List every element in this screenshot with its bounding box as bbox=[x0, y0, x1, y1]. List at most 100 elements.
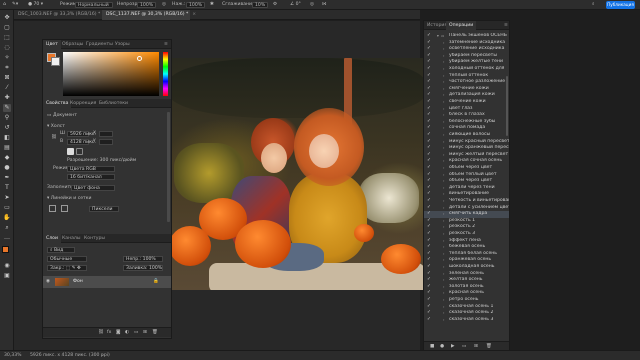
chevron-right-icon[interactable]: › bbox=[443, 304, 444, 311]
chevron-right-icon[interactable]: › bbox=[443, 139, 444, 146]
blur-tool-icon[interactable]: ◆ bbox=[3, 154, 11, 162]
checkmark-icon[interactable]: ✓ bbox=[427, 165, 431, 172]
chevron-right-icon[interactable]: › bbox=[443, 99, 444, 106]
dodge-tool-icon[interactable]: ● bbox=[3, 164, 11, 172]
action-item[interactable]: ✓ › сияющие волосы bbox=[424, 132, 509, 139]
history-brush-tool-icon[interactable]: ↺ bbox=[3, 124, 11, 132]
checkmark-icon[interactable]: ✓ bbox=[427, 125, 431, 132]
checkmark-icon[interactable]: ✓ bbox=[427, 59, 431, 66]
document-photo[interactable] bbox=[169, 58, 425, 290]
chevron-right-icon[interactable]: › bbox=[443, 125, 444, 132]
action-item[interactable]: ✓ › ретро осень bbox=[424, 297, 509, 304]
action-item[interactable]: ✓ › виньетирование bbox=[424, 191, 509, 198]
action-item[interactable]: ✓ › убираем желтые тени bbox=[424, 59, 509, 66]
action-item[interactable]: ✓ › красная сочная осень bbox=[424, 158, 509, 165]
action-item[interactable]: ✓ › бежевая осень bbox=[424, 244, 509, 251]
tab-paths[interactable]: Контуры bbox=[81, 234, 108, 243]
link-layers-icon[interactable]: ⛓ bbox=[98, 330, 104, 335]
artboard-tool-icon[interactable]: ▢ bbox=[3, 24, 11, 32]
layer-opacity-field[interactable]: Непр.: 100% bbox=[123, 256, 163, 262]
new-action-icon[interactable]: ⊞ bbox=[474, 344, 478, 349]
action-item[interactable]: ✓ › резкость 2 bbox=[424, 224, 509, 231]
action-item[interactable]: ✓ › частотное разложение bbox=[424, 79, 509, 86]
checkmark-icon[interactable]: ✓ bbox=[427, 211, 431, 218]
canvas-section-title[interactable]: ▾ Холст bbox=[47, 124, 65, 129]
eraser-tool-icon[interactable]: ◧ bbox=[3, 134, 11, 142]
delete-layer-icon[interactable]: 🗑 bbox=[152, 330, 158, 335]
checkmark-icon[interactable]: ✓ bbox=[427, 178, 431, 185]
checkmark-icon[interactable]: ✓ bbox=[427, 205, 431, 212]
play-icon[interactable]: ▶ bbox=[451, 344, 455, 349]
checkmark-icon[interactable]: ✓ bbox=[427, 297, 431, 304]
chevron-right-icon[interactable]: › bbox=[443, 46, 444, 53]
x-field[interactable] bbox=[99, 131, 113, 137]
add-mask-icon[interactable]: ◙ bbox=[116, 330, 120, 335]
checkmark-icon[interactable]: ✓ bbox=[427, 191, 431, 198]
close-icon[interactable]: × bbox=[192, 12, 196, 17]
chevron-right-icon[interactable]: › bbox=[443, 92, 444, 99]
checkmark-icon[interactable]: ✓ bbox=[427, 224, 431, 231]
checkmark-icon[interactable]: ✓ bbox=[427, 231, 431, 238]
bg-color-chip[interactable] bbox=[51, 57, 60, 66]
search-icon[interactable]: ⌕ bbox=[592, 2, 595, 8]
ruler-icon[interactable] bbox=[49, 205, 56, 212]
checkmark-icon[interactable]: ✓ bbox=[427, 112, 431, 119]
chevron-right-icon[interactable]: › bbox=[443, 119, 444, 126]
checkmark-icon[interactable]: ✓ bbox=[427, 317, 431, 324]
checkmark-icon[interactable]: ✓ bbox=[427, 271, 431, 278]
stop-icon[interactable]: ■ bbox=[430, 344, 434, 349]
chevron-right-icon[interactable]: › bbox=[443, 66, 444, 73]
checkmark-icon[interactable]: ✓ bbox=[427, 145, 431, 152]
move-tool-icon[interactable]: ✥ bbox=[3, 14, 11, 22]
smoothing-options-icon[interactable]: ⚙ bbox=[273, 2, 277, 8]
action-item[interactable]: ✓ › сказочная осень 2 bbox=[424, 310, 509, 317]
chevron-right-icon[interactable]: › bbox=[443, 191, 444, 198]
checkmark-icon[interactable]: ✓ bbox=[427, 251, 431, 258]
checkmark-icon[interactable]: ✓ bbox=[427, 33, 431, 40]
chevron-right-icon[interactable]: › bbox=[443, 224, 444, 231]
chevron-right-icon[interactable]: › bbox=[443, 106, 444, 113]
action-item[interactable]: ✓ › объем теплый цвет bbox=[424, 172, 509, 179]
checkmark-icon[interactable]: ✓ bbox=[427, 66, 431, 73]
chevron-right-icon[interactable]: › bbox=[443, 165, 444, 172]
mode-select[interactable]: Нормальный bbox=[75, 2, 113, 8]
actions-scrollbar[interactable] bbox=[506, 76, 508, 136]
checkmark-icon[interactable]: ✓ bbox=[427, 244, 431, 251]
status-menu-icon[interactable]: › bbox=[102, 351, 104, 360]
chevron-right-icon[interactable]: › bbox=[443, 264, 444, 271]
tab-document-1[interactable]: DSC_1003.NEF @ 33,3% (RGB/16) *× bbox=[14, 10, 108, 20]
new-group-icon[interactable]: ▭ bbox=[134, 330, 138, 335]
checkmark-icon[interactable]: ✓ bbox=[427, 99, 431, 106]
landscape-orientation-icon[interactable] bbox=[76, 148, 83, 155]
fx-icon[interactable]: fx bbox=[107, 330, 111, 335]
eyedropper-tool-icon[interactable]: ⁄ bbox=[3, 84, 11, 92]
angle-icon[interactable]: ∠ 0° bbox=[290, 2, 301, 8]
action-item[interactable]: ✓ › детализация кожи bbox=[424, 92, 509, 99]
new-set-icon[interactable]: ▭ bbox=[462, 344, 466, 349]
chevron-right-icon[interactable]: › bbox=[443, 185, 444, 192]
chevron-right-icon[interactable]: › bbox=[443, 79, 444, 86]
height-field[interactable]: 4128 пикс. bbox=[67, 139, 96, 145]
brush-size-preset[interactable]: ● 70 ▾ bbox=[28, 2, 43, 8]
chevron-right-icon[interactable]: › bbox=[443, 172, 444, 179]
brush-tool-icon[interactable]: ✎ bbox=[3, 104, 11, 112]
action-item[interactable]: ✓ › затемнение исходника bbox=[424, 40, 509, 47]
action-item[interactable]: ✓ › эффект пена bbox=[424, 238, 509, 245]
rectangle-tool-icon[interactable]: ▭ bbox=[3, 204, 11, 212]
airbrush-icon[interactable]: ✱ bbox=[210, 2, 214, 8]
tab-libraries[interactable]: Библиотеки bbox=[96, 99, 131, 108]
action-item[interactable]: ✓ › смягчение кожи bbox=[424, 86, 509, 93]
tab-channels[interactable]: Каналы bbox=[59, 234, 83, 243]
path-select-tool-icon[interactable]: ➤ bbox=[3, 194, 11, 202]
zoom-tool-icon[interactable]: ⌕ bbox=[3, 224, 11, 232]
screen-mode-icon[interactable]: ▣ bbox=[3, 272, 11, 280]
lock-options[interactable]: Закр.: ⬚ ✎ ✥ bbox=[47, 265, 87, 271]
checkmark-icon[interactable]: ✓ bbox=[427, 119, 431, 126]
panel-menu-icon[interactable]: ≡ bbox=[161, 40, 171, 49]
action-item[interactable]: ✓ › осветление исходника bbox=[424, 46, 509, 53]
checkmark-icon[interactable]: ✓ bbox=[427, 152, 431, 159]
action-item[interactable]: ✓ › минус желтый пересвет bbox=[424, 152, 509, 159]
action-item[interactable]: ✓ › объем через цвет bbox=[424, 165, 509, 172]
chevron-right-icon[interactable]: › bbox=[443, 59, 444, 66]
panel-menu-icon[interactable]: ≡ bbox=[501, 21, 511, 30]
